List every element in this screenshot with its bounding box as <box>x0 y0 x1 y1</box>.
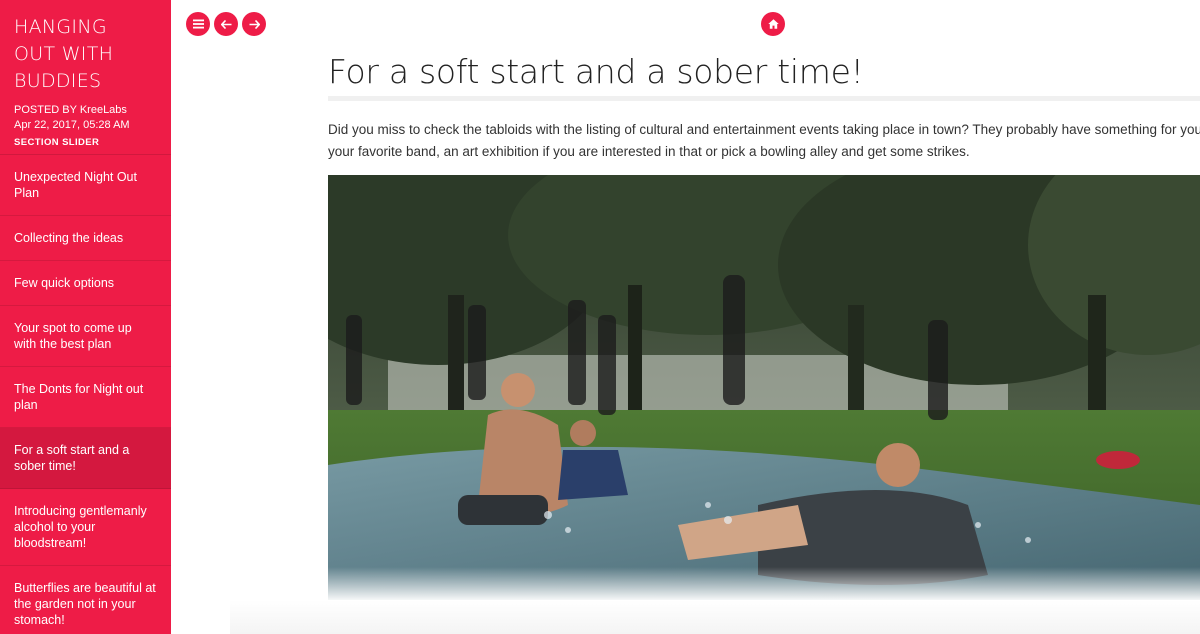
author-name[interactable]: KreeLabs <box>80 104 127 116</box>
nav-item-label: For a soft start and a sober time! <box>14 443 130 473</box>
nav-item-the-donts[interactable]: The Donts for Night out plan <box>0 367 171 428</box>
nav-item-label: Your spot to come up with the best plan <box>14 321 132 351</box>
next-button[interactable] <box>242 12 266 36</box>
menu-button[interactable] <box>186 12 210 36</box>
nav-item-label: Introducing gentlemanly alcohol to your … <box>14 504 147 550</box>
menu-icon <box>192 19 204 29</box>
site-title: HANGING OUT WITH BUDDIES <box>14 16 114 92</box>
sidebar-header: HANGING OUT WITH BUDDIES POSTED BY KreeL… <box>0 0 171 155</box>
nav-item-unexpected-night-out-plan[interactable]: Unexpected Night Out Plan <box>0 155 171 216</box>
title-divider <box>328 96 1200 101</box>
nav-item-your-spot[interactable]: Your spot to come up with the best plan <box>0 306 171 367</box>
nav-item-label: Collecting the ideas <box>14 231 124 245</box>
nav-item-label: Few quick options <box>14 276 115 290</box>
intro-line-1: Did you miss to check the tabloids with … <box>328 122 1200 137</box>
section-label[interactable]: SECTION SLIDER <box>14 135 157 150</box>
hero-image <box>328 175 1200 602</box>
hero-photo-illustration <box>328 175 1200 602</box>
posted-by-label: POSTED BY <box>14 104 77 116</box>
nav-item-label: The Donts for Night out plan <box>14 382 144 412</box>
section-nav: Unexpected Night Out Plan Collecting the… <box>0 155 171 634</box>
home-button[interactable] <box>761 12 785 36</box>
nav-item-few-quick-options[interactable]: Few quick options <box>0 261 171 306</box>
post-meta: POSTED BY KreeLabs Apr 22, 2017, 05:28 A… <box>14 103 157 150</box>
home-icon <box>767 19 779 29</box>
nav-item-soft-start-active[interactable]: For a soft start and a sober time! <box>0 428 171 489</box>
arrow-left-icon <box>220 19 232 29</box>
nav-item-butterflies[interactable]: Butterflies are beautiful at the garden … <box>0 566 171 634</box>
sidebar: HANGING OUT WITH BUDDIES POSTED BY KreeL… <box>0 0 171 634</box>
nav-item-gentlemanly-alcohol[interactable]: Introducing gentlemanly alcohol to your … <box>0 489 171 566</box>
article-intro: Did you miss to check the tabloids with … <box>328 119 1200 163</box>
page-bottom-fade <box>230 600 1200 634</box>
article-title: For a soft start and a sober time! <box>328 52 864 91</box>
intro-line-2: your favorite band, an art exhibition if… <box>328 144 970 159</box>
arrow-right-icon <box>249 19 260 29</box>
nav-item-label: Unexpected Night Out Plan <box>14 170 137 200</box>
nav-item-label: Butterflies are beautiful at the garden … <box>14 581 156 627</box>
nav-item-collecting-the-ideas[interactable]: Collecting the ideas <box>0 216 171 261</box>
previous-button[interactable] <box>214 12 238 36</box>
post-date: Apr 22, 2017, 05:28 AM <box>14 119 130 131</box>
